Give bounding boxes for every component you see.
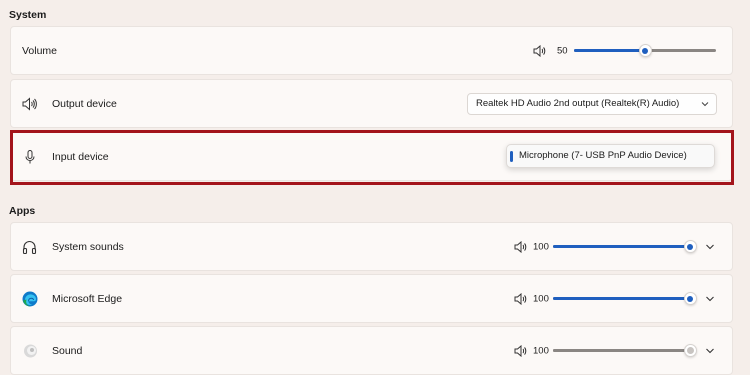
apps-section-title: Apps — [9, 205, 36, 217]
speaker-icon[interactable] — [514, 292, 527, 305]
output-device-label: Output device — [52, 97, 117, 110]
chevron-down-icon[interactable] — [704, 241, 716, 253]
output-device-dropdown[interactable]: Realtek HD Audio 2nd output (Realtek(R) … — [467, 92, 717, 115]
speaker-icon — [22, 97, 37, 110]
app-volume-slider-fill — [553, 297, 690, 300]
volume-card: Volume 50 — [10, 26, 733, 75]
app-row-sound: Sound 100 — [10, 326, 733, 375]
app-row-system-sounds: System sounds 100 — [10, 222, 733, 271]
volume-slider[interactable] — [574, 44, 716, 57]
headphones-icon — [22, 239, 37, 254]
speaker-icon[interactable] — [533, 44, 546, 57]
output-device-selected: Realtek HD Audio 2nd output (Realtek(R) … — [476, 97, 680, 109]
app-label: Sound — [52, 344, 83, 357]
output-device-card: Output device Realtek HD Audio 2nd outpu… — [10, 79, 733, 128]
system-section-title: System — [9, 9, 47, 21]
chevron-down-icon — [701, 101, 709, 106]
app-volume-slider[interactable] — [553, 344, 697, 357]
chevron-down-icon[interactable] — [704, 345, 716, 357]
app-volume-slider-thumb[interactable] — [683, 240, 697, 253]
app-volume-slider-fill — [553, 245, 690, 248]
app-row-microsoft-edge: Microsoft Edge 100 — [10, 274, 733, 323]
app-volume-slider[interactable] — [553, 292, 697, 305]
app-volume-slider[interactable] — [553, 240, 697, 253]
volume-slider-thumb[interactable] — [638, 44, 652, 57]
app-volume-slider-thumb[interactable] — [683, 344, 697, 357]
chevron-down-icon[interactable] — [704, 293, 716, 305]
app-volume-slider-thumb[interactable] — [683, 292, 697, 305]
app-label: Microsoft Edge — [52, 292, 123, 305]
app-label: System sounds — [52, 240, 124, 253]
app-volume-value: 100 — [533, 345, 549, 356]
volume-label: Volume — [22, 44, 58, 57]
speaker-icon[interactable] — [514, 240, 527, 253]
highlight-box — [10, 130, 734, 185]
volume-value: 50 — [557, 45, 568, 56]
app-volume-value: 100 — [533, 293, 549, 304]
sound-app-icon — [23, 343, 38, 358]
app-volume-slider-fill — [553, 349, 690, 352]
app-volume-value: 100 — [533, 241, 549, 252]
speaker-icon[interactable] — [514, 344, 527, 357]
volume-slider-fill — [574, 49, 645, 52]
edge-logo-icon — [22, 291, 38, 307]
